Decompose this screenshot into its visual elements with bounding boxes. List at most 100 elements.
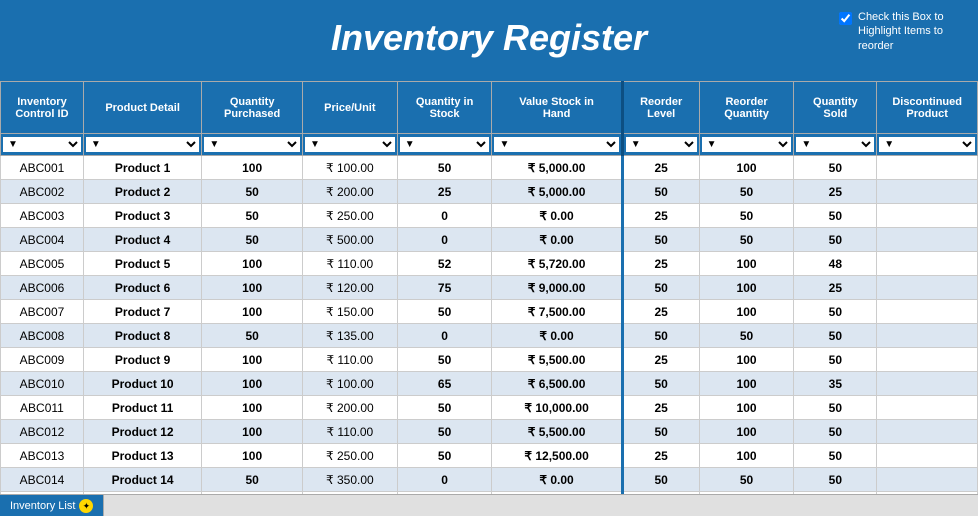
cell-qty_sold: 50 (794, 420, 877, 444)
filter-cell-value_stock[interactable]: ▼ (492, 134, 622, 156)
cell-reorder_qty: 50 (699, 204, 794, 228)
cell-discontinued (877, 228, 978, 252)
table-row: ABC013Product 13100₹ 250.0050₹ 12,500.00… (1, 444, 978, 468)
cell-value_stock: ₹ 10,000.00 (492, 396, 622, 420)
cell-id: ABC011 (1, 396, 84, 420)
filter-cell-qty_purchased[interactable]: ▼ (202, 134, 303, 156)
cell-reorder_qty: 100 (699, 156, 794, 180)
cell-qty_stock: 0 (397, 204, 492, 228)
cell-product: Product 13 (83, 444, 201, 468)
cell-reorder_level: 50 (622, 324, 699, 348)
filter-select-reorder_qty[interactable]: ▼ (702, 137, 792, 152)
cell-id: ABC008 (1, 324, 84, 348)
cell-id: ABC002 (1, 180, 84, 204)
cell-reorder_qty: 100 (699, 276, 794, 300)
header: Inventory Register Check this Box to Hig… (0, 0, 978, 75)
filter-select-product[interactable]: ▼ (86, 137, 199, 152)
highlight-reorder-checkbox[interactable] (839, 12, 852, 25)
cell-value_stock: ₹ 7,500.00 (492, 300, 622, 324)
table-row: ABC003Product 350₹ 250.000₹ 0.00255050 (1, 204, 978, 228)
cell-id: ABC001 (1, 156, 84, 180)
table-row: ABC011Product 11100₹ 200.0050₹ 10,000.00… (1, 396, 978, 420)
filter-cell-discontinued[interactable]: ▼ (877, 134, 978, 156)
cell-id: ABC012 (1, 420, 84, 444)
cell-value_stock: ₹ 5,000.00 (492, 156, 622, 180)
cell-value_stock: ₹ 12,500.00 (492, 444, 622, 468)
cell-reorder_qty: 100 (699, 372, 794, 396)
cell-qty_stock: 50 (397, 156, 492, 180)
cell-price_unit: ₹ 110.00 (302, 420, 397, 444)
cell-value_stock: ₹ 5,500.00 (492, 348, 622, 372)
filter-select-id[interactable]: ▼ (3, 137, 81, 152)
cell-qty_purchased: 50 (202, 228, 303, 252)
filter-cell-qty_sold[interactable]: ▼ (794, 134, 877, 156)
inventory-list-tab[interactable]: Inventory List ✦ (0, 495, 104, 516)
cell-qty_purchased: 100 (202, 420, 303, 444)
highlight-reorder-area[interactable]: Check this Box to Highlight Items to reo… (839, 10, 968, 53)
cell-qty_sold: 50 (794, 348, 877, 372)
filter-cell-product[interactable]: ▼ (83, 134, 201, 156)
filter-cell-reorder_level[interactable]: ▼ (622, 134, 699, 156)
cell-reorder_level: 25 (622, 396, 699, 420)
cell-discontinued (877, 180, 978, 204)
table-body: ABC001Product 1100₹ 100.0050₹ 5,000.0025… (1, 156, 978, 495)
filter-cell-id[interactable]: ▼ (1, 134, 84, 156)
cell-discontinued (877, 204, 978, 228)
filter-cell-qty_stock[interactable]: ▼ (397, 134, 492, 156)
cell-value_stock: ₹ 0.00 (492, 228, 622, 252)
cell-price_unit: ₹ 135.00 (302, 324, 397, 348)
cell-qty_sold: 35 (794, 372, 877, 396)
col-header-qty_sold: QuantitySold (794, 82, 877, 134)
filter-row[interactable]: ▼ ▼ ▼ ▼ ▼ ▼ ▼ ▼ ▼ ▼ (1, 134, 978, 156)
table-row: ABC008Product 850₹ 135.000₹ 0.00505050 (1, 324, 978, 348)
cell-qty_stock: 50 (397, 348, 492, 372)
cell-qty_stock: 0 (397, 324, 492, 348)
cell-qty_purchased: 50 (202, 468, 303, 492)
cell-price_unit: ₹ 200.00 (302, 396, 397, 420)
cell-id: ABC003 (1, 204, 84, 228)
cell-value_stock: ₹ 6,500.00 (492, 372, 622, 396)
cell-value_stock: ₹ 5,500.00 (492, 420, 622, 444)
cell-qty_stock: 50 (397, 444, 492, 468)
cell-reorder_qty: 100 (699, 396, 794, 420)
cell-product: Product 8 (83, 324, 201, 348)
cell-id: ABC007 (1, 300, 84, 324)
col-header-product: Product Detail (83, 82, 201, 134)
col-header-reorder_level: ReorderLevel (622, 82, 699, 134)
cell-qty_purchased: 100 (202, 372, 303, 396)
filter-select-qty_stock[interactable]: ▼ (400, 137, 490, 152)
table-row: ABC004Product 450₹ 500.000₹ 0.00505050 (1, 228, 978, 252)
filter-cell-price_unit[interactable]: ▼ (302, 134, 397, 156)
cell-discontinued (877, 348, 978, 372)
cell-price_unit: ₹ 500.00 (302, 228, 397, 252)
filter-select-discontinued[interactable]: ▼ (879, 137, 975, 152)
col-header-discontinued: DiscontinuedProduct (877, 82, 978, 134)
filter-select-price_unit[interactable]: ▼ (305, 137, 395, 152)
filter-select-reorder_level[interactable]: ▼ (626, 137, 697, 152)
cell-reorder_level: 25 (622, 156, 699, 180)
table-row: ABC010Product 10100₹ 100.0065₹ 6,500.005… (1, 372, 978, 396)
cell-price_unit: ₹ 200.00 (302, 180, 397, 204)
cell-qty_stock: 50 (397, 396, 492, 420)
cell-price_unit: ₹ 100.00 (302, 156, 397, 180)
cell-qty_stock: 65 (397, 372, 492, 396)
cell-discontinued (877, 396, 978, 420)
cell-reorder_qty: 50 (699, 468, 794, 492)
filter-select-qty_purchased[interactable]: ▼ (204, 137, 300, 152)
tab-bar: Inventory List ✦ (0, 494, 978, 516)
col-header-price_unit: Price/Unit (302, 82, 397, 134)
cell-reorder_level: 25 (622, 252, 699, 276)
highlight-reorder-label: Check this Box to Highlight Items to reo… (858, 10, 968, 53)
cell-qty_stock: 75 (397, 276, 492, 300)
cell-qty_sold: 48 (794, 252, 877, 276)
filter-select-value_stock[interactable]: ▼ (494, 137, 618, 152)
cell-qty_purchased: 100 (202, 252, 303, 276)
cell-value_stock: ₹ 5,720.00 (492, 252, 622, 276)
cell-reorder_level: 50 (622, 276, 699, 300)
cell-product: Product 10 (83, 372, 201, 396)
filter-select-qty_sold[interactable]: ▼ (796, 137, 874, 152)
cell-discontinued (877, 444, 978, 468)
cell-reorder_level: 50 (622, 228, 699, 252)
filter-cell-reorder_qty[interactable]: ▼ (699, 134, 794, 156)
cell-qty_purchased: 50 (202, 180, 303, 204)
